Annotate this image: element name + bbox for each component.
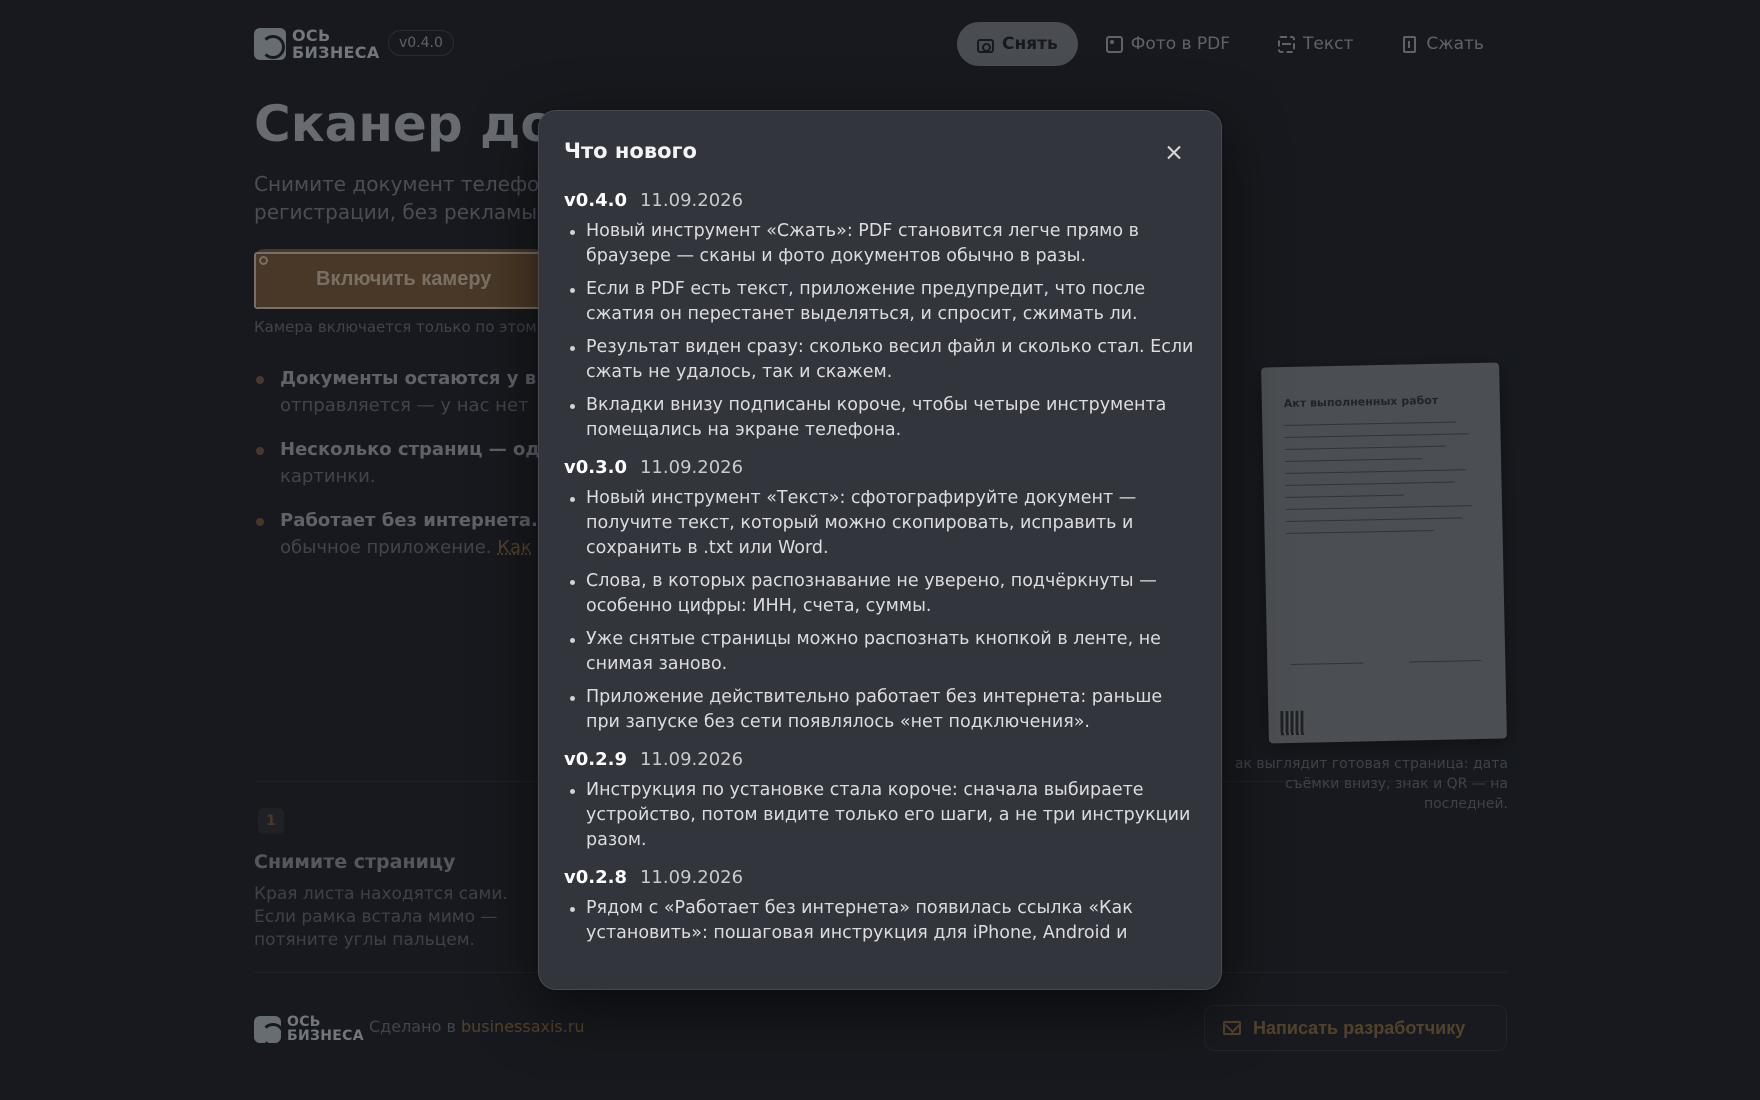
release-entry: v0.3.0 11.09.2026 Новый инструмент «Текс… <box>564 457 1200 735</box>
changelog[interactable]: v0.4.0 11.09.2026 Новый инструмент «Сжат… <box>564 190 1200 960</box>
release-version: v0.3.0 <box>564 457 627 478</box>
release-item: Слова, в которых распознавание не уверен… <box>564 569 1200 619</box>
release-item: Приложение действительно работает без ин… <box>564 685 1200 735</box>
release-date: 11.09.2026 <box>639 190 744 211</box>
release-date: 11.09.2026 <box>639 867 744 888</box>
close-icon <box>1160 138 1188 166</box>
release-item: Уже снятые страницы можно распознать кно… <box>564 627 1200 677</box>
release-version: v0.2.9 <box>564 749 627 770</box>
release-version: v0.2.8 <box>564 867 627 888</box>
release-item: Новый инструмент «Текст»: сфотографируйт… <box>564 486 1200 561</box>
release-item: Новый инструмент «Сжать»: PDF становится… <box>564 219 1200 269</box>
release-item: Результат виден сразу: сколько весил фай… <box>564 335 1200 385</box>
release-version: v0.4.0 <box>564 190 627 211</box>
release-entry: v0.2.9 11.09.2026 Инструкция по установк… <box>564 749 1200 853</box>
release-entry: v0.2.8 11.09.2026 Рядом с «Работает без … <box>564 867 1200 946</box>
release-date: 11.09.2026 <box>639 749 744 770</box>
dialog-title: Что нового <box>564 139 697 163</box>
release-item: Рядом с «Работает без интернета» появила… <box>564 896 1200 946</box>
release-item: Если в PDF есть текст, приложение предуп… <box>564 277 1200 327</box>
release-date: 11.09.2026 <box>639 457 744 478</box>
release-item: Вкладки внизу подписаны короче, чтобы че… <box>564 393 1200 443</box>
whats-new-dialog: Что нового v0.4.0 11.09.2026 Новый инстр… <box>538 110 1222 990</box>
release-entry: v0.4.0 11.09.2026 Новый инструмент «Сжат… <box>564 190 1200 443</box>
release-item: Инструкция по установке стала короче: сн… <box>564 778 1200 853</box>
close-button[interactable] <box>1160 138 1188 166</box>
